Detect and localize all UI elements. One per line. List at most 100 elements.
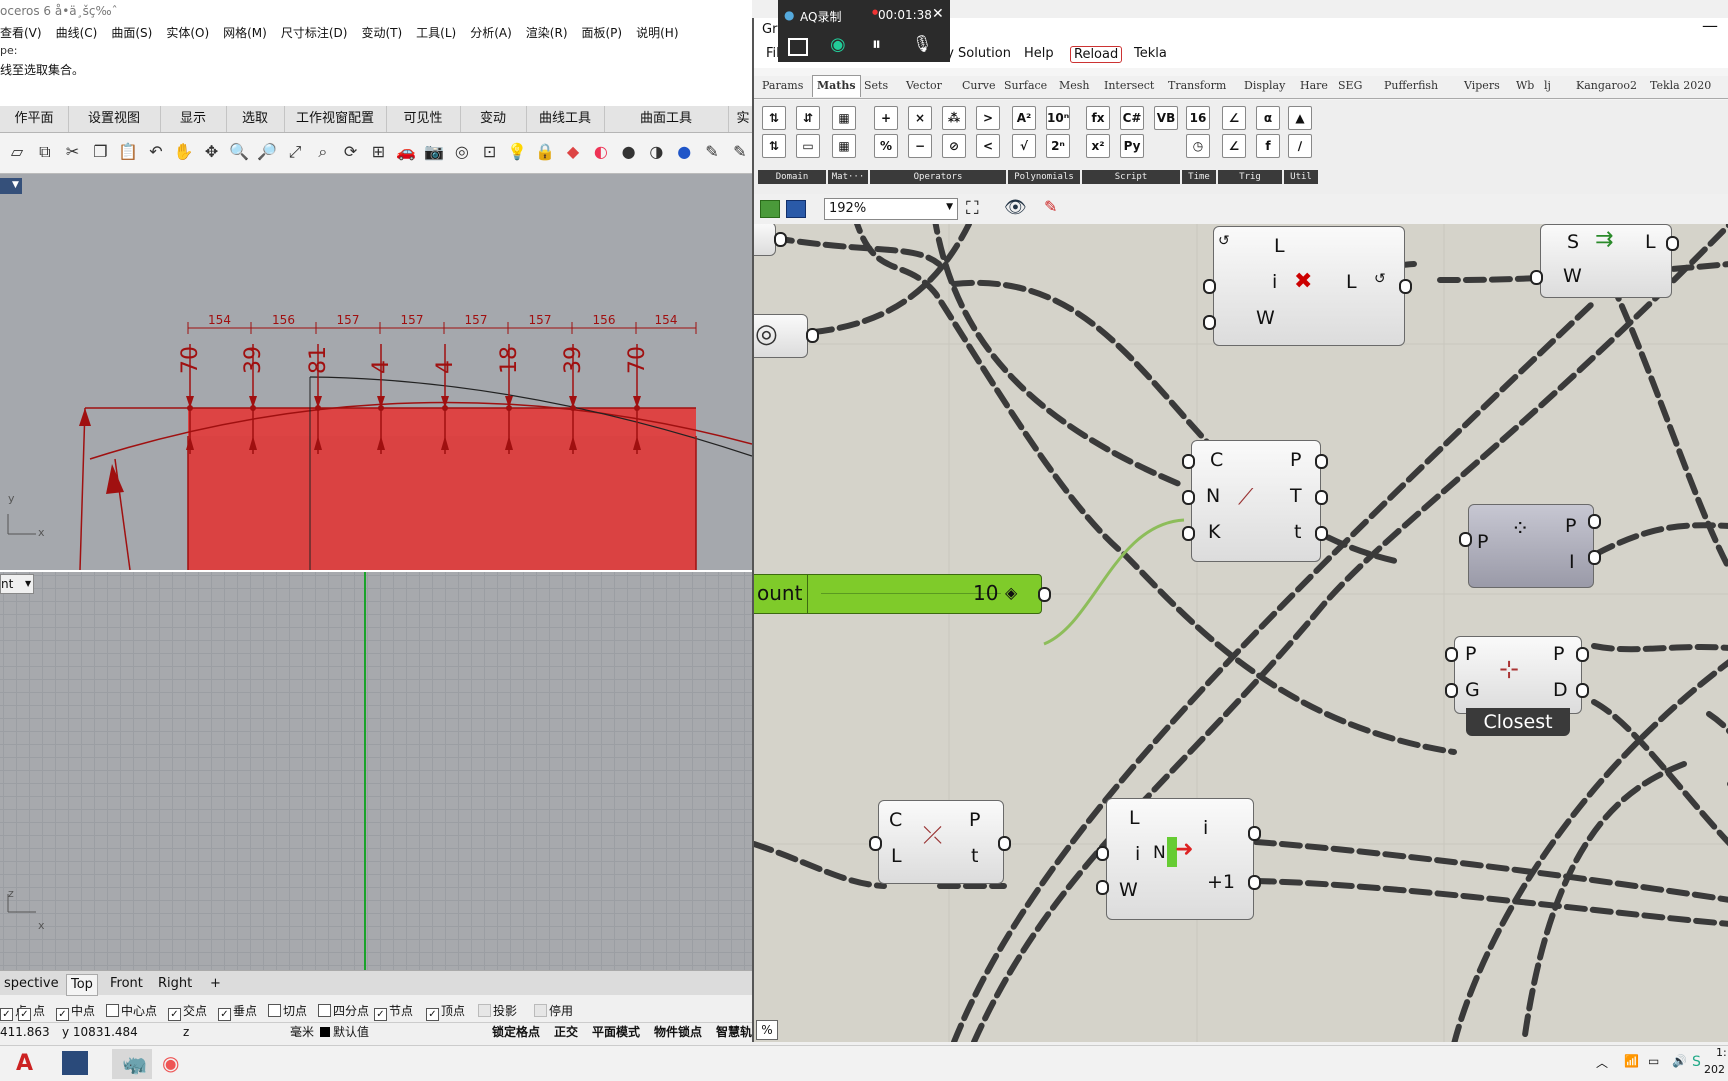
component-icon[interactable]: A² (1012, 106, 1036, 130)
component-icon[interactable]: × (908, 106, 932, 130)
pan-hand-icon[interactable]: ✋ (173, 141, 195, 163)
cut-icon[interactable]: ✂ (62, 141, 84, 163)
osnap-toggle[interactable]: 物件锁点 (654, 1023, 702, 1042)
insert-items-node[interactable]: L i W i +1 N ➜ (1106, 798, 1254, 920)
checkbox[interactable]: ✓ (168, 1008, 181, 1021)
gh-tab[interactable]: Intersect (1104, 79, 1154, 92)
checkbox[interactable]: ✓ (0, 1008, 13, 1021)
toolbar-tab[interactable]: 曲线工具 (526, 106, 605, 132)
checkbox[interactable]: ✓ (374, 1008, 387, 1021)
menu-item[interactable]: 渲染(R) (526, 26, 568, 40)
color-wheel-icon[interactable]: ◐ (590, 141, 612, 163)
zoom-icon[interactable]: 🔍 (228, 141, 250, 163)
input-port[interactable] (1203, 315, 1216, 330)
checkbox[interactable]: ✓ (18, 1008, 31, 1021)
osnap-item[interactable]: ✓ 垂点 (218, 1002, 257, 1021)
checkbox[interactable]: ✓ (56, 1008, 69, 1021)
menu-item[interactable]: 变动(T) (361, 26, 402, 40)
osnap-item[interactable]: 四分点 (318, 1002, 369, 1020)
component-icon[interactable]: C# (1120, 106, 1144, 130)
smarttrack-toggle[interactable]: 智慧轨 (716, 1023, 752, 1042)
list-item-node[interactable]: L i W L ✖ ↺ ↺ (1213, 226, 1405, 346)
output-port[interactable] (1315, 526, 1328, 541)
gh-menu-item[interactable]: Solution (958, 46, 1011, 61)
output-port[interactable] (1399, 279, 1412, 294)
menu-item[interactable]: 说明(H) (636, 26, 678, 40)
toolbar-tab[interactable]: 变动 (460, 106, 527, 132)
gh-menu-item[interactable]: Tekla (1134, 46, 1167, 61)
closest-point-node[interactable]: P G P D ⊹ (1454, 636, 1582, 714)
sphere-icon[interactable]: ● (618, 141, 640, 163)
osnap-item[interactable]: ✓ 中点 (56, 1002, 95, 1021)
component-icon[interactable]: ⇵ (796, 106, 820, 130)
gh-menu-item[interactable]: Reload (1070, 46, 1123, 63)
output-port[interactable] (1588, 550, 1601, 565)
osnap-item[interactable]: 中心点 (106, 1002, 157, 1020)
gh-tab[interactable]: Kangaroo2 (1576, 79, 1637, 92)
minimize-icon[interactable]: — (1702, 18, 1718, 35)
move-icon[interactable]: ✥ (201, 141, 223, 163)
tekla-icon[interactable] (62, 1051, 88, 1075)
volume-icon[interactable]: 🔊 (1672, 1054, 1687, 1068)
osnap-item[interactable]: ✓ 交点 (168, 1002, 207, 1021)
component-icon[interactable]: ⁂ (942, 106, 966, 130)
gh-tab[interactable]: Sets (864, 79, 888, 92)
menu-item[interactable]: 曲线(C) (56, 26, 98, 40)
partial-node[interactable]: ◎ (754, 314, 808, 358)
osnap-item[interactable]: 切点 (268, 1002, 307, 1020)
menu-item[interactable]: 曲面(S) (111, 26, 152, 40)
target-icon[interactable]: ◎ (451, 141, 473, 163)
divide-curve-node[interactable]: C N K P T t ⟋ (1191, 440, 1321, 562)
open-file-icon[interactable] (760, 200, 780, 218)
view-tab[interactable]: spective (0, 974, 63, 994)
sort-points-node[interactable]: P P I ⁘ (1468, 504, 1594, 588)
app-tray-icon[interactable]: S (1692, 1054, 1701, 1070)
input-port[interactable] (1445, 647, 1458, 662)
gh-tab[interactable]: lj (1544, 79, 1551, 92)
zoom-select[interactable]: 192% ▼ (824, 198, 958, 220)
input-port[interactable] (1203, 279, 1216, 294)
clock-date[interactable]: 202 (1704, 1063, 1725, 1076)
component-icon[interactable]: x² (1086, 134, 1110, 158)
component-icon[interactable]: fx (1086, 106, 1110, 130)
osnap-item[interactable]: 停用 (534, 1002, 573, 1020)
checkbox[interactable] (106, 1004, 119, 1017)
toolbar-tab[interactable]: 工作视窗配置 (284, 106, 387, 132)
viewport-top[interactable]: ▼ 70 39 81 4 4 18 39 70 154 156 157 157 157 157 156 15… (0, 174, 752, 570)
input-port[interactable] (1096, 846, 1109, 861)
copy-icon[interactable]: ⧉ (34, 141, 56, 163)
output-port[interactable] (1315, 454, 1328, 469)
input-port[interactable] (1459, 532, 1472, 547)
checkbox[interactable] (268, 1004, 281, 1017)
preview-eye-icon[interactable]: 👁 (1004, 197, 1027, 218)
grey-sphere-icon[interactable]: ◑ (645, 141, 667, 163)
view-tab[interactable]: Front (106, 974, 147, 994)
input-port[interactable] (1445, 683, 1458, 698)
output-port[interactable] (1248, 826, 1261, 841)
planar-square-icon[interactable]: ▱ (6, 141, 28, 163)
close-icon[interactable]: ✕ (932, 6, 944, 22)
pen2-icon[interactable]: ✎ (729, 141, 751, 163)
microphone-icon[interactable]: 🎙 (912, 34, 932, 53)
curve-closest-node[interactable]: C L P t ⤫ (878, 800, 1004, 884)
autocad-icon[interactable]: A (16, 1051, 33, 1076)
component-icon[interactable]: − (908, 134, 932, 158)
output-port[interactable] (1038, 587, 1051, 602)
component-icon[interactable]: f (1256, 134, 1280, 158)
component-icon[interactable]: ∠ (1222, 134, 1246, 158)
component-icon[interactable]: + (874, 106, 898, 130)
input-port[interactable] (1530, 270, 1543, 285)
menu-item[interactable]: 尺寸标注(D) (281, 26, 348, 40)
pause-icon[interactable]: ⏸ (872, 34, 881, 55)
component-icon[interactable]: ▦ (832, 106, 856, 130)
gh-tab[interactable]: Surface (1004, 79, 1047, 92)
component-icon[interactable]: Py (1120, 134, 1144, 158)
car-icon[interactable]: 🚗 (395, 141, 417, 163)
view-tab[interactable]: Top (66, 974, 98, 996)
component-icon[interactable]: VB (1154, 106, 1178, 130)
input-port[interactable] (1182, 454, 1195, 469)
menu-item[interactable]: 面板(P) (582, 26, 623, 40)
component-icon[interactable]: 2ⁿ (1046, 134, 1070, 158)
light-icon[interactable]: 💡 (506, 141, 528, 163)
checkbox[interactable]: ✓ (218, 1008, 231, 1021)
